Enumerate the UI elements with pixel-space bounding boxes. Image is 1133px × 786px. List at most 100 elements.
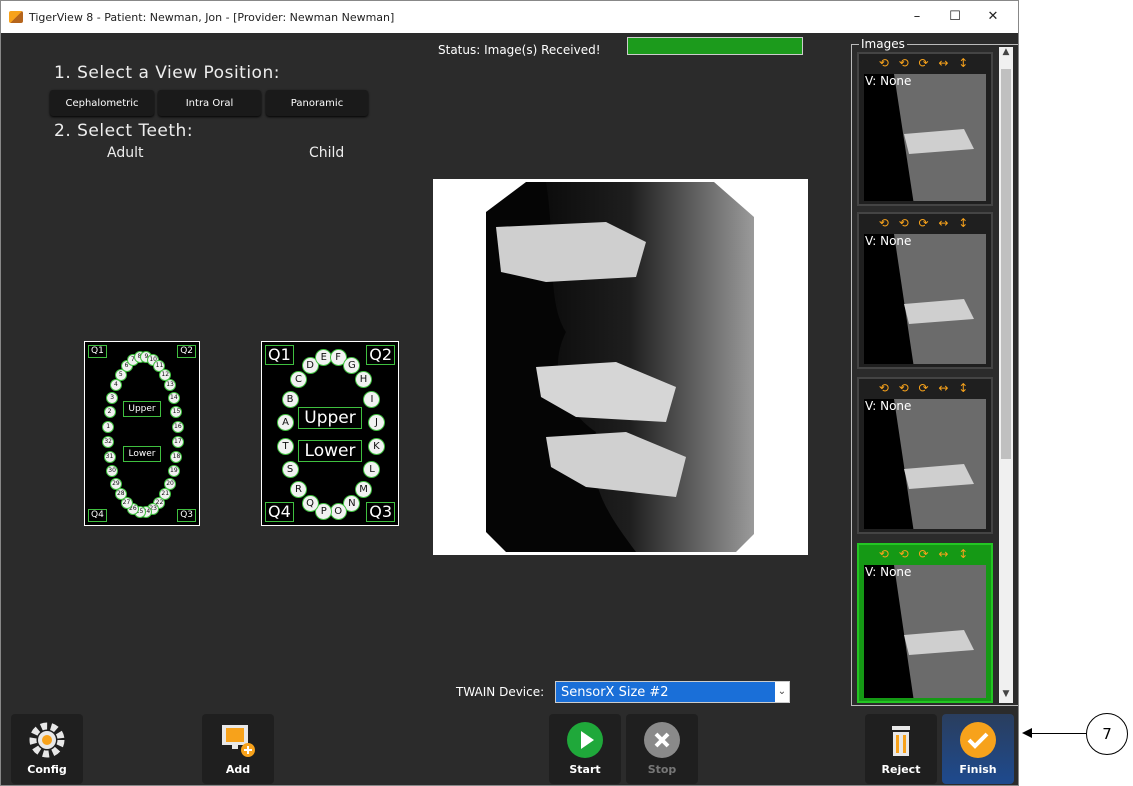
tooth-L[interactable]: L (363, 461, 381, 479)
add-label: Add (225, 763, 251, 776)
child-upper-button[interactable]: Upper (298, 407, 362, 429)
image-thumbnail-4-selected[interactable]: ⟲ ⟲ ⟳ ↔ ↕ V: None (857, 543, 993, 703)
finish-label: Finish (959, 763, 997, 776)
tooth-M[interactable]: M (355, 480, 373, 498)
config-button[interactable]: Config (11, 714, 83, 784)
child-q1[interactable]: Q1 (265, 345, 294, 365)
stop-label: Stop (647, 763, 677, 776)
stop-button[interactable]: Stop (626, 714, 698, 784)
thumb-tools[interactable]: ⟲ ⟲ ⟳ ↔ ↕ (859, 379, 991, 397)
chevron-down-icon[interactable]: ⌄ (775, 682, 789, 702)
tooth-T[interactable]: T (277, 438, 295, 456)
thumb-tools[interactable]: ⟲ ⟲ ⟳ ↔ ↕ (859, 214, 991, 232)
thumb-image (864, 74, 986, 201)
tooth-K[interactable]: K (367, 438, 385, 456)
tooth-14[interactable]: 14 (167, 391, 180, 404)
image-thumbnail-3[interactable]: ⟲ ⟲ ⟳ ↔ ↕ V: None (857, 377, 993, 534)
start-label: Start (569, 763, 601, 776)
child-teeth-chart[interactable]: Q1 Q2 Q4 Q3 Upper Lower ABCDEFGHIJKLMNOP… (261, 341, 399, 526)
gear-icon (29, 722, 65, 758)
thumb-tools[interactable]: ⟲ ⟲ ⟳ ↔ ↕ (859, 545, 991, 563)
config-label: Config (27, 763, 67, 776)
thumb-view-label: V: None (865, 74, 912, 88)
tooth-H[interactable]: H (355, 371, 373, 389)
tooth-1[interactable]: 1 (102, 420, 115, 433)
callout-number: 7 (1086, 713, 1128, 755)
tooth-3[interactable]: 3 (106, 391, 119, 404)
close-button[interactable]: ✕ (974, 1, 1012, 33)
tooth-A[interactable]: A (277, 413, 295, 431)
adult-q4[interactable]: Q4 (88, 509, 107, 522)
image-thumbnail-2[interactable]: ⟲ ⟲ ⟳ ↔ ↕ V: None (857, 212, 993, 369)
child-q4[interactable]: Q4 (265, 502, 294, 522)
image-thumbnail-1[interactable]: ⟲ ⟲ ⟳ ↔ ↕ V: None (857, 52, 993, 206)
child-q2[interactable]: Q2 (366, 345, 395, 365)
trash-icon (883, 722, 919, 758)
tooth-S[interactable]: S (281, 461, 299, 479)
maximize-button[interactable]: ☐ (936, 1, 974, 33)
tiger-logo-icon (9, 11, 23, 23)
reject-button[interactable]: Reject (865, 714, 937, 784)
reject-label: Reject (881, 763, 921, 776)
tooth-16[interactable]: 16 (171, 420, 184, 433)
tooth-13[interactable]: 13 (164, 379, 177, 392)
intra-oral-button[interactable]: Intra Oral (158, 90, 261, 116)
view-position-heading: 1. Select a View Position: (54, 63, 280, 83)
add-image-icon (220, 722, 256, 758)
start-button[interactable]: Start (549, 714, 621, 784)
tooth-2[interactable]: 2 (103, 406, 116, 418)
twain-device-select[interactable]: SensorX Size #2 ⌄ (555, 681, 790, 703)
stop-x-icon (644, 722, 680, 758)
tooth-4[interactable]: 4 (109, 379, 122, 392)
thumb-image (864, 234, 986, 364)
select-teeth-heading: 2. Select Teeth: (54, 121, 194, 141)
tooth-29[interactable]: 29 (109, 477, 122, 490)
scrollbar-thumb[interactable] (1001, 69, 1011, 459)
tooth-G[interactable]: G (343, 356, 361, 374)
child-lower-button[interactable]: Lower (298, 440, 362, 462)
adult-teeth-chart[interactable]: Q1 Q2 Q4 Q3 Upper Lower 1234567891011121… (84, 341, 200, 526)
tooth-17[interactable]: 17 (171, 436, 184, 449)
tooth-O[interactable]: O (329, 502, 347, 520)
thumb-view-label: V: None (865, 234, 912, 248)
tooth-J[interactable]: J (367, 413, 385, 431)
panoramic-button[interactable]: Panoramic (266, 90, 368, 116)
cephalometric-button[interactable]: Cephalometric (50, 90, 154, 116)
tooth-30[interactable]: 30 (106, 465, 119, 478)
status-progress-bar (627, 37, 803, 55)
adult-q3[interactable]: Q3 (177, 509, 196, 522)
scroll-down-icon[interactable]: ▼ (999, 689, 1013, 703)
xray-preview-frame (433, 179, 808, 555)
tooth-31[interactable]: 31 (103, 450, 116, 463)
tooth-I[interactable]: I (363, 390, 381, 408)
child-label: Child (309, 145, 345, 161)
minimize-button[interactable]: – (898, 1, 936, 33)
adult-lower-button[interactable]: Lower (123, 446, 161, 462)
add-button[interactable]: Add (202, 714, 274, 784)
tooth-15[interactable]: 15 (170, 406, 183, 418)
tooth-B[interactable]: B (281, 390, 299, 408)
tooth-C[interactable]: C (289, 371, 307, 389)
finish-button[interactable]: Finish (942, 714, 1014, 784)
status-text: Status: Image(s) Received! (438, 43, 601, 57)
tooth-Q[interactable]: Q (301, 495, 319, 513)
tooth-R[interactable]: R (289, 480, 307, 498)
twain-device-value: SensorX Size #2 (561, 685, 669, 700)
adult-label: Adult (107, 145, 144, 161)
thumb-image (864, 399, 986, 529)
tooth-18[interactable]: 18 (170, 450, 183, 463)
main-content: 1. Select a View Position: Cephalometric… (1, 33, 1018, 785)
child-q3[interactable]: Q3 (366, 502, 395, 522)
tooth-19[interactable]: 19 (167, 465, 180, 478)
images-scrollbar[interactable]: ▲ ▼ (999, 47, 1013, 703)
adult-upper-button[interactable]: Upper (123, 401, 161, 417)
thumb-tools[interactable]: ⟲ ⟲ ⟳ ↔ ↕ (859, 54, 991, 72)
adult-q1[interactable]: Q1 (88, 345, 107, 358)
title-bar: TigerView 8 - Patient: Newman, Jon - [Pr… (1, 1, 1018, 33)
twain-device-label: TWAIN Device: (456, 685, 545, 699)
thumb-view-label: V: None (865, 565, 912, 579)
play-icon (567, 722, 603, 758)
adult-q2[interactable]: Q2 (177, 345, 196, 358)
scroll-up-icon[interactable]: ▲ (999, 47, 1013, 61)
tooth-32[interactable]: 32 (102, 436, 115, 449)
